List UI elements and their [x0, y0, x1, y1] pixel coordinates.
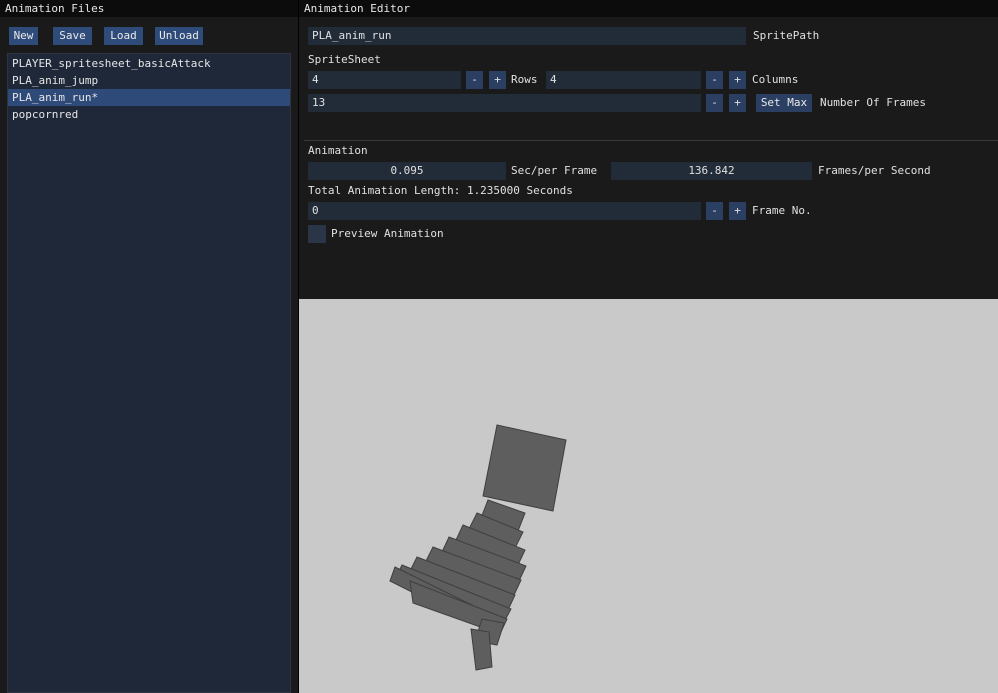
sprite-path-input[interactable]: PLA_anim_run — [308, 27, 746, 45]
list-item[interactable]: PLAYER_spritesheet_basicAttack — [8, 55, 290, 72]
frame-number-input[interactable]: 0 — [308, 202, 701, 220]
rows-label: Rows — [511, 73, 538, 86]
sec-per-frame-input[interactable]: 0.095 — [308, 162, 506, 180]
preview-animation-label: Preview Animation — [331, 227, 444, 240]
columns-label: Columns — [752, 73, 799, 86]
unload-button[interactable]: Unload — [155, 27, 203, 45]
sprite-preview-viewport — [299, 299, 998, 693]
rows-increment-button[interactable]: + — [489, 71, 506, 89]
frame-increment-button[interactable]: + — [729, 202, 746, 220]
frames-increment-button[interactable]: + — [729, 94, 746, 112]
animation-editor-title: Animation Editor — [299, 0, 998, 17]
sec-per-frame-label: Sec/per Frame — [511, 164, 598, 177]
columns-decrement-button[interactable]: - — [706, 71, 723, 89]
frames-per-second-input[interactable]: 136.842 — [611, 162, 812, 180]
save-button[interactable]: Save — [53, 27, 92, 45]
number-of-frames-label: Number Of Frames — [820, 96, 926, 109]
sprite-foot — [470, 628, 493, 671]
animation-editor-panel: PLA_anim_run SpritePath SpriteSheet 4 - … — [299, 17, 998, 299]
sprite-path-label: SpritePath — [753, 29, 820, 42]
preview-animation-checkbox[interactable] — [308, 225, 326, 243]
frames-decrement-button[interactable]: - — [706, 94, 723, 112]
load-button[interactable]: Load — [104, 27, 143, 45]
frames-per-second-label: Frames/per Second — [818, 164, 931, 177]
number-of-frames-input[interactable]: 13 — [308, 94, 701, 112]
sprite-preview-canvas — [389, 424, 567, 671]
columns-input[interactable]: 4 — [546, 71, 701, 89]
list-item[interactable]: popcornred — [8, 106, 290, 123]
frame-decrement-button[interactable]: - — [706, 202, 723, 220]
section-divider — [304, 140, 998, 141]
file-list: PLAYER_spritesheet_basicAttack PLA_anim_… — [7, 53, 291, 693]
spritesheet-header: SpriteSheet — [308, 53, 381, 66]
animation-files-title: Animation Files — [0, 0, 298, 17]
new-button[interactable]: New — [9, 27, 38, 45]
set-max-button[interactable]: Set Max — [756, 94, 812, 112]
animation-header: Animation — [308, 144, 368, 157]
frame-number-label: Frame No. — [752, 204, 812, 217]
sprite-frames — [389, 424, 567, 671]
animation-files-panel: New Save Load Unload PLAYER_spritesheet_… — [0, 17, 298, 693]
list-item-selected[interactable]: PLA_anim_run* — [8, 89, 290, 106]
total-animation-length: Total Animation Length: 1.235000 Seconds — [308, 184, 573, 197]
list-item[interactable]: PLA_anim_jump — [8, 72, 290, 89]
sprite-head — [482, 424, 567, 512]
columns-increment-button[interactable]: + — [729, 71, 746, 89]
rows-input[interactable]: 4 — [308, 71, 461, 89]
rows-decrement-button[interactable]: - — [466, 71, 483, 89]
